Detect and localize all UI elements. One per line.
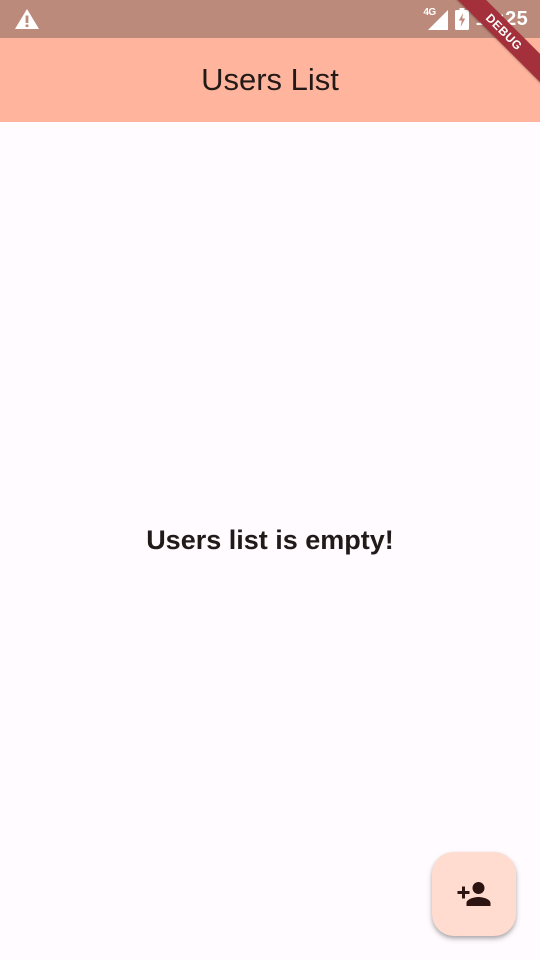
- page-title: Users List: [201, 62, 339, 97]
- status-indicators: 4G 12:25: [423, 6, 528, 32]
- add-user-button[interactable]: [432, 852, 516, 936]
- signal-icon: [428, 10, 449, 30]
- warning-icon: [14, 8, 40, 30]
- network-indicator: 4G: [423, 7, 449, 30]
- status-bar: 4G 12:25: [0, 0, 540, 38]
- battery-charging-icon: [455, 8, 470, 30]
- status-time: 12:25: [475, 7, 528, 30]
- main-content: Users list is empty!: [0, 122, 540, 960]
- app-screen: 4G 12:25 Users List DEBUG Users list is …: [0, 0, 540, 960]
- person-add-icon: [456, 876, 492, 912]
- empty-state-message: Users list is empty!: [146, 524, 394, 555]
- app-bar: Users List: [0, 38, 540, 122]
